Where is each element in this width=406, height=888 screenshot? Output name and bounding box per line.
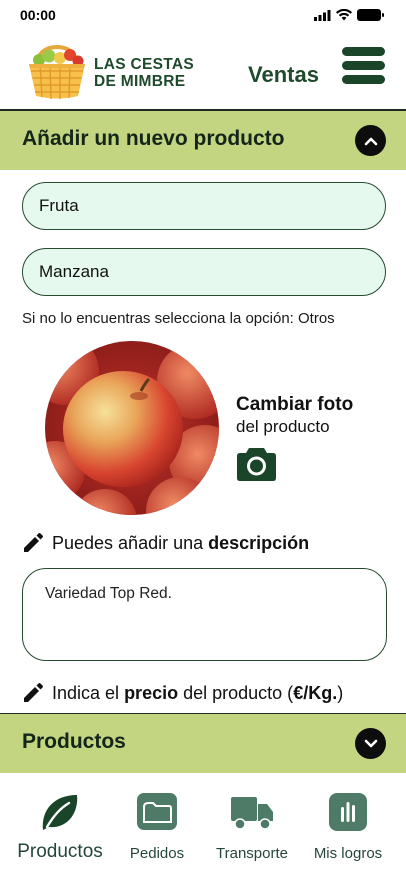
bottom-navigation: Productos Pedidos Transporte Mis logros bbox=[0, 773, 406, 888]
add-product-section-title: Añadir un nuevo producto bbox=[22, 127, 285, 150]
truck-icon bbox=[231, 797, 273, 830]
page-title: Ventas bbox=[248, 62, 319, 87]
menu-bar bbox=[342, 61, 385, 70]
add-product-section-header[interactable]: Añadir un nuevo producto bbox=[0, 110, 406, 170]
category-value: Fruta bbox=[39, 196, 79, 215]
brand-line-1: LAS CESTAS bbox=[94, 56, 195, 73]
camera-icon[interactable] bbox=[236, 444, 277, 482]
brand-line-2: DE MIMBRE bbox=[94, 73, 186, 90]
product-photo[interactable] bbox=[45, 341, 219, 515]
signal-icon bbox=[314, 9, 331, 21]
app-header: LAS CESTAS DE MIMBRE Ventas bbox=[0, 32, 406, 110]
category-field[interactable]: Fruta bbox=[22, 182, 386, 230]
battery-icon bbox=[357, 9, 384, 21]
nav-label-pedidos: Pedidos bbox=[129, 845, 185, 862]
products-section-title: Productos bbox=[22, 730, 126, 753]
description-label-bold: descripción bbox=[208, 532, 310, 553]
leaf-icon bbox=[42, 795, 78, 830]
change-photo-link[interactable]: Cambiar foto del producto bbox=[236, 394, 353, 437]
product-value: Manzana bbox=[39, 262, 109, 281]
wifi-icon bbox=[336, 9, 352, 21]
price-label-end: ) bbox=[337, 682, 344, 703]
price-label-mid: del producto ( bbox=[183, 682, 294, 703]
basket-logo-icon[interactable] bbox=[24, 38, 90, 100]
status-bar: 00:00 bbox=[0, 0, 406, 32]
nav-item-pedidos[interactable]: Pedidos bbox=[122, 791, 192, 862]
product-field[interactable]: Manzana bbox=[22, 248, 386, 296]
description-label: Puedes añadir una descripción bbox=[22, 532, 309, 554]
nav-label-transporte: Transporte bbox=[216, 845, 288, 862]
description-value: Variedad Top Red. bbox=[45, 585, 172, 602]
nav-label-productos: Productos bbox=[17, 841, 103, 862]
description-textarea[interactable]: Variedad Top Red. bbox=[22, 568, 387, 661]
change-photo-subtitle: del producto bbox=[236, 417, 330, 436]
pencil-icon bbox=[24, 533, 43, 552]
bar-chart-icon bbox=[329, 793, 367, 831]
nav-label-mis-logros: Mis logros bbox=[313, 845, 383, 862]
menu-bar bbox=[342, 47, 385, 56]
apple-photo-image bbox=[45, 341, 219, 515]
folder-icon bbox=[137, 793, 177, 830]
menu-bar bbox=[342, 75, 385, 84]
pencil-icon bbox=[24, 683, 43, 702]
price-label-bold: precio bbox=[124, 682, 179, 703]
hamburger-menu-button[interactable] bbox=[342, 47, 385, 85]
products-section-header[interactable]: Productos bbox=[0, 713, 406, 773]
change-photo-title: Cambiar foto bbox=[236, 394, 354, 415]
status-icons bbox=[314, 9, 384, 21]
nav-item-productos[interactable]: Productos bbox=[15, 791, 105, 863]
hint-text: Si no lo encuentras selecciona la opción… bbox=[22, 310, 335, 327]
expand-button[interactable] bbox=[355, 728, 386, 759]
price-label: Indica el precio del producto (€/Kg.) bbox=[22, 682, 343, 704]
price-label-unit: €/Kg. bbox=[293, 682, 338, 703]
nav-item-mis-logros[interactable]: Mis logros bbox=[307, 791, 389, 862]
chevron-up-icon bbox=[364, 137, 377, 145]
status-time: 00:00 bbox=[20, 7, 56, 23]
price-label-prefix: Indica el bbox=[52, 682, 120, 703]
collapse-button[interactable] bbox=[355, 125, 386, 156]
chevron-down-icon bbox=[364, 739, 377, 747]
description-label-prefix: Puedes añadir una bbox=[52, 532, 204, 553]
nav-item-transporte[interactable]: Transporte bbox=[212, 791, 292, 862]
brand-name: LAS CESTAS DE MIMBRE bbox=[94, 56, 194, 90]
